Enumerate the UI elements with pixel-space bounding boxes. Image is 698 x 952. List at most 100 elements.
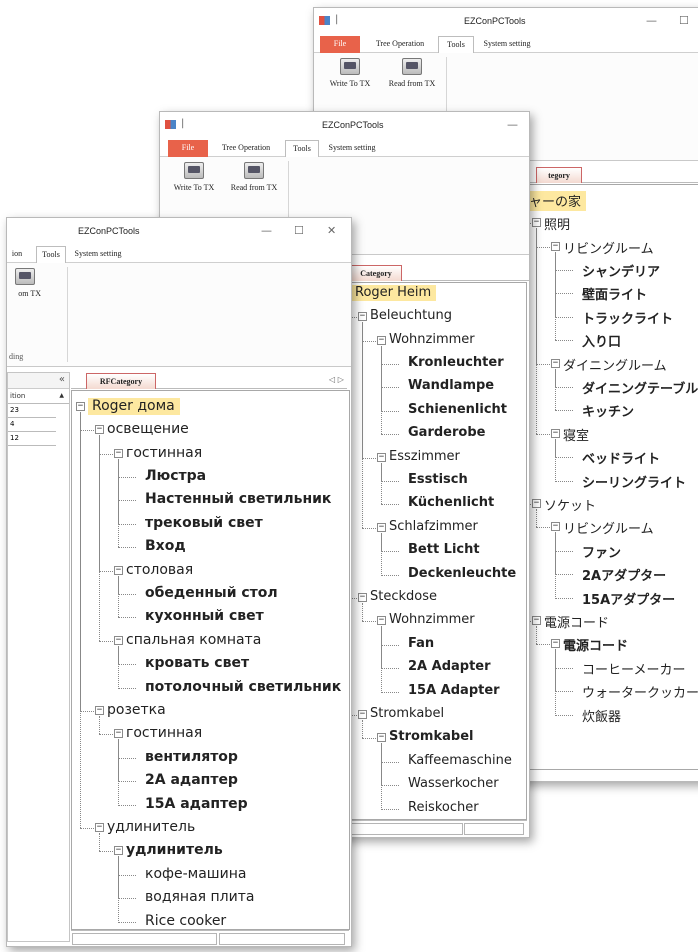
tree-node[interactable]: 入り口	[582, 331, 621, 350]
tree-node[interactable]: 2A Adapter	[408, 659, 491, 674]
collapse-icon[interactable]: −	[95, 425, 104, 435]
tree-node[interactable]: Вход	[145, 538, 186, 554]
tab-system-setting[interactable]: System setting	[69, 246, 127, 263]
tree-node[interactable]: гостинная	[126, 445, 202, 461]
tab-tree-operation[interactable]: ion	[7, 246, 27, 263]
tree-node[interactable]: ウォータークッカー	[582, 682, 698, 701]
tree-node[interactable]: 2Aアダプター	[582, 565, 666, 584]
tree-node[interactable]: Küchenlicht	[408, 495, 494, 510]
tab-tools[interactable]: Tools	[36, 246, 66, 264]
collapse-icon[interactable]: −	[377, 522, 386, 532]
tree-node[interactable]: столовая	[126, 562, 193, 578]
collapse-icon[interactable]: −	[358, 312, 367, 322]
tree-node[interactable]: Настенный светильник	[145, 491, 331, 507]
tab-system-setting[interactable]: System setting	[478, 36, 536, 53]
tab-scroll-arrows-icon[interactable]: ◁ ▷	[329, 375, 344, 384]
tree-node[interactable]: ダイニングテーブル	[582, 378, 698, 397]
collapse-icon[interactable]: −	[377, 452, 386, 462]
maximize-icon[interactable]: ☐	[294, 224, 304, 237]
tab-tree-operation[interactable]: Tree Operation	[210, 140, 282, 157]
tree-node[interactable]: 2A адаптер	[145, 772, 238, 788]
tree-root-node[interactable]: ャーの家	[525, 190, 587, 211]
tree-node[interactable]: Steckdose	[370, 589, 437, 604]
collapse-icon[interactable]: −	[551, 428, 560, 438]
tree-node[interactable]: 照明	[544, 214, 570, 233]
collapse-icon[interactable]: −	[114, 729, 123, 739]
collapse-icon[interactable]: −	[551, 241, 560, 251]
tree-node[interactable]: Reiskocher	[408, 800, 479, 815]
tree-node[interactable]: трековый свет	[145, 515, 263, 531]
tree-node[interactable]: ベッドライト	[582, 448, 660, 467]
tree-node[interactable]: удлинитель	[126, 842, 223, 858]
tree-node[interactable]: удлинитель	[107, 819, 195, 835]
tree-node[interactable]: Beleuchtung	[370, 308, 452, 323]
nav-row[interactable]: 12	[8, 432, 56, 446]
tree-node[interactable]: кофе-машина	[145, 866, 246, 882]
tree-node[interactable]: обеденный стол	[145, 585, 278, 601]
tree-node[interactable]: водяная плита	[145, 889, 254, 905]
tree-node[interactable]: ダイニングルーム	[563, 355, 667, 374]
read-from-tx-button[interactable]: om TX	[7, 268, 41, 298]
tree-node[interactable]: 壁面ライト	[582, 284, 647, 303]
tree-node[interactable]: Schlafzimmer	[389, 519, 478, 534]
collapse-icon[interactable]: −	[377, 335, 386, 345]
maximize-icon[interactable]: ☐	[679, 14, 689, 27]
read-from-tx-button[interactable]: Read from TX	[384, 58, 440, 88]
collapse-icon[interactable]: −	[532, 615, 541, 625]
tree-node[interactable]: シーリングライト	[582, 472, 686, 491]
collapse-icon[interactable]: −	[114, 448, 123, 458]
collapse-icon[interactable]: −	[95, 705, 104, 715]
minimize-icon[interactable]: —	[261, 224, 272, 237]
tab-rfcategory[interactable]: tegory	[536, 167, 582, 183]
tab-tree-operation[interactable]: Tree Operation	[364, 36, 436, 53]
tree-node[interactable]: Esstisch	[408, 472, 468, 487]
close-icon[interactable]: ✕	[327, 224, 336, 237]
tree-node[interactable]: гостинная	[126, 725, 202, 741]
tree-node[interactable]: キッチン	[582, 401, 634, 420]
write-to-tx-button[interactable]: Write To TX	[322, 58, 378, 88]
tree-node[interactable]: 電源コード	[544, 612, 609, 631]
collapse-icon[interactable]: −	[532, 218, 541, 228]
collapse-icon[interactable]: −	[377, 616, 386, 626]
tree-node[interactable]: 15A адаптер	[145, 796, 248, 812]
read-from-tx-button[interactable]: Read from TX	[226, 162, 282, 192]
tree-node[interactable]: 炊飯器	[582, 706, 621, 725]
tree-node[interactable]: Garderobe	[408, 425, 485, 440]
tree-node[interactable]: Wohnzimmer	[389, 332, 475, 347]
minimize-icon[interactable]: —	[507, 118, 518, 131]
tree-node[interactable]: 寝室	[563, 425, 589, 444]
tree-root-node[interactable]: Roger дома	[88, 397, 180, 415]
collapse-icon[interactable]: −	[358, 592, 367, 602]
tree-node[interactable]: спальная комната	[126, 632, 261, 648]
tree-node[interactable]: Bett Licht	[408, 542, 480, 557]
tree-node[interactable]: кухонный свет	[145, 608, 264, 624]
tab-tools[interactable]: Tools	[285, 140, 319, 158]
tree-node[interactable]: Wohnzimmer	[389, 612, 475, 627]
tab-file[interactable]: File	[320, 36, 360, 53]
tree-node[interactable]: シャンデリア	[582, 261, 660, 280]
tab-tools[interactable]: Tools	[438, 36, 474, 54]
nav-row[interactable]: 4	[8, 418, 56, 432]
tree-node[interactable]: освещение	[107, 421, 189, 437]
tree-node[interactable]: кровать свет	[145, 655, 249, 671]
tree-node[interactable]: リビングルーム	[563, 238, 654, 257]
nav-header[interactable]: ition ▲	[8, 390, 69, 404]
tree-root-node[interactable]: Roger Heim	[351, 284, 437, 301]
write-to-tx-button[interactable]: Write To TX	[166, 162, 222, 192]
tree-node[interactable]: розетка	[107, 702, 166, 718]
collapse-icon[interactable]: −	[114, 565, 123, 575]
collapse-icon[interactable]: −	[358, 709, 367, 719]
tree-node[interactable]: Schienenlicht	[408, 402, 507, 417]
tree-node[interactable]: потолочный светильник	[145, 679, 341, 695]
tree-node[interactable]: Wandlampe	[408, 378, 494, 393]
tree-node[interactable]: Stromkabel	[389, 729, 473, 744]
collapse-nav-icon[interactable]: «	[59, 374, 65, 385]
tree-node[interactable]: トラックライト	[582, 308, 673, 327]
tab-file[interactable]: File	[168, 140, 208, 157]
tree-node[interactable]: Esszimmer	[389, 449, 460, 464]
collapse-icon[interactable]: −	[114, 635, 123, 645]
nav-row[interactable]: 23	[8, 404, 56, 418]
tree-node[interactable]: 15A Adapter	[408, 683, 500, 698]
tree-node[interactable]: Kaffeemaschine	[408, 753, 512, 768]
tree-node[interactable]: コーヒーメーカー	[582, 659, 685, 678]
